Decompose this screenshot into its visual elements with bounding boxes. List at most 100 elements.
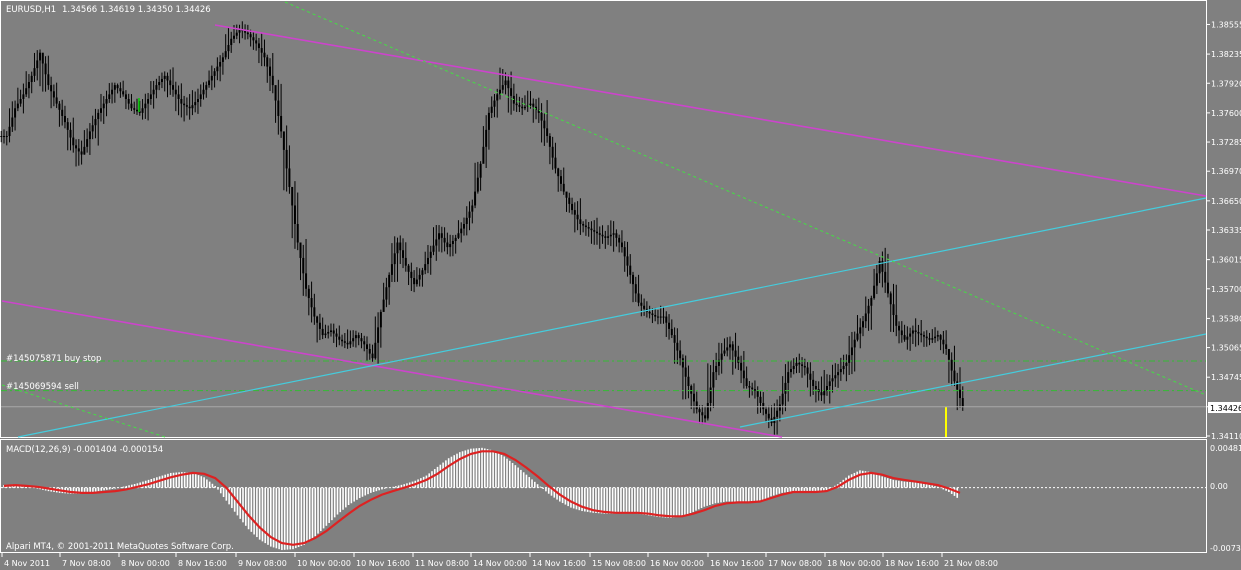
price-candle-body (16, 103, 19, 109)
price-candle-body (377, 327, 380, 343)
price-candle-body (756, 390, 759, 397)
green-dotted-trendline-b[interactable] (1, 384, 166, 438)
price-candle-body (379, 311, 382, 328)
price-candle-body (141, 108, 144, 113)
upper-magenta-trendline[interactable] (214, 24, 1207, 197)
price-candle-body (446, 242, 449, 248)
price-candle-body (720, 353, 723, 360)
price-candle-body (706, 402, 709, 419)
price-candle-body (892, 304, 895, 316)
price-candle-body (293, 205, 296, 224)
price-candle-body (490, 106, 493, 113)
price-candle-body (299, 242, 302, 258)
time-tick-label: 21 Nov 08:00 (944, 559, 998, 568)
price-candle-body (244, 31, 247, 33)
price-candle-body (8, 126, 11, 137)
price-candle-body (820, 392, 823, 396)
price-candle-body (942, 339, 945, 345)
price-candle-body (598, 233, 601, 235)
price-candle-body (765, 409, 768, 414)
price-candle-body (637, 293, 640, 303)
price-candle-body (579, 219, 582, 224)
price-candle-body (116, 85, 119, 89)
price-candle-body (80, 151, 83, 155)
price-candle-body (825, 386, 828, 391)
green-dotted-trendline-a[interactable] (284, 1, 1207, 396)
price-tick-label: 1.36335 (1211, 226, 1241, 235)
price-candle-body (136, 109, 139, 112)
price-candle-body (52, 91, 55, 98)
price-candle-body (457, 233, 460, 238)
price-candle-body (917, 331, 920, 334)
price-candle-body (374, 342, 377, 359)
price-candle-body (540, 112, 543, 121)
price-candle-body (194, 102, 197, 106)
price-candle-body (354, 335, 357, 339)
price-candle-body (318, 322, 321, 329)
price-candle-body (767, 413, 770, 419)
price-candle-body (321, 328, 324, 336)
price-candle-body (166, 75, 169, 81)
price-candle-body (163, 75, 166, 79)
price-candle-body (762, 402, 765, 410)
price-candle-body (341, 339, 344, 342)
price-candle-body (809, 373, 812, 380)
price-candle-body (726, 347, 729, 351)
price-candle-body (202, 89, 205, 95)
price-candle-body (515, 103, 518, 106)
price-candle-body (914, 330, 917, 332)
upper-cyan-channel-line[interactable] (17, 197, 1207, 438)
price-candle-body (230, 38, 233, 45)
price-axis: 1.38555 1.38235 1.37920 1.37600 1.37285 1.369… (1206, 20, 1241, 441)
price-candle-body (781, 393, 784, 405)
price-candle-body (740, 362, 743, 371)
price-candle-body (396, 242, 399, 254)
price-candle-body (155, 85, 158, 90)
price-candle-body (263, 52, 266, 58)
price-candle-body (676, 342, 679, 351)
price-candle-body (571, 203, 574, 211)
price-candle-body (274, 85, 277, 101)
price-candle-body (291, 186, 294, 206)
order-label-buy-stop[interactable]: #145075871 buy stop (6, 354, 101, 364)
price-candle-body (568, 197, 571, 204)
price-candle-body (920, 333, 923, 336)
price-candle-body (27, 82, 30, 89)
price-candle-body (823, 390, 826, 396)
price-candle-body (648, 311, 651, 314)
price-candle-body (607, 236, 610, 238)
price-candle-body (277, 100, 280, 116)
price-candle-body (363, 341, 366, 345)
price-candle-body (837, 372, 840, 376)
price-candle-body (867, 305, 870, 314)
price-candle-body (737, 356, 740, 363)
price-candle-body (14, 108, 17, 118)
price-candle-body (183, 103, 186, 106)
price-candle-body (58, 103, 61, 110)
price-candle-body (302, 257, 305, 274)
order-label-sell[interactable]: #145069594 sell (6, 382, 79, 392)
price-candle-body (41, 52, 44, 64)
price-candle-body (748, 386, 751, 388)
price-candle-body (792, 365, 795, 370)
price-candle-body (180, 98, 183, 104)
price-candle-body (548, 136, 551, 147)
price-candle-body (595, 231, 598, 234)
price-candle-body (471, 205, 474, 212)
price-candle-body (618, 237, 621, 243)
price-candle-body (366, 344, 369, 349)
price-tick-label: 1.35700 (1211, 285, 1241, 294)
price-candle-body (443, 237, 446, 243)
price-candle-body (429, 251, 432, 258)
price-tick-label: 1.37920 (1211, 79, 1241, 88)
price-candle-body (232, 35, 235, 39)
price-candle-body (199, 94, 202, 99)
price-candle-body (795, 362, 798, 366)
price-candle-body (698, 409, 701, 413)
price-candle-body (47, 74, 50, 86)
price-candle-body (421, 270, 424, 275)
price-candle-body (482, 146, 485, 164)
price-candle-body (227, 44, 230, 52)
price-candle-body (88, 131, 91, 140)
price-candle-body (133, 108, 136, 110)
